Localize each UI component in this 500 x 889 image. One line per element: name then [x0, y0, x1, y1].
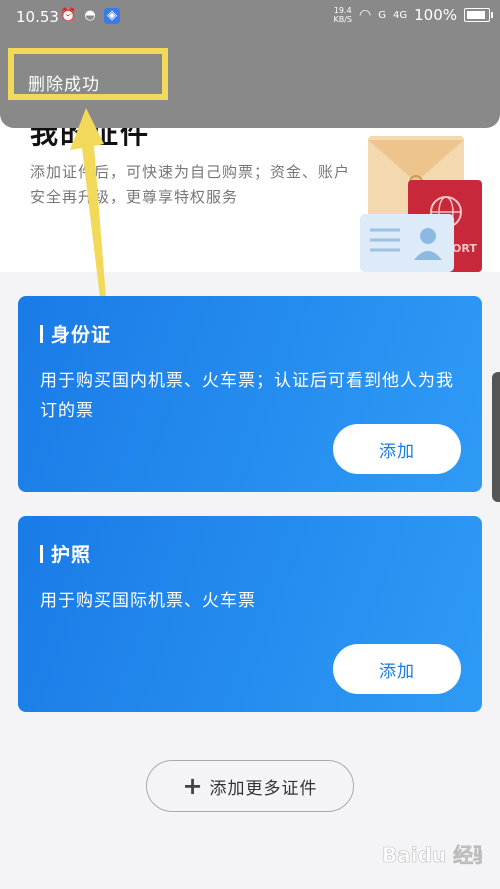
add-passport-button[interactable]: 添加: [333, 644, 461, 694]
passport-label: ORT: [452, 242, 477, 255]
passport-description: 用于购买国际机票、火车票: [40, 591, 256, 611]
id-card-panel: 身份证 用于购买国内机票、火车票；认证后可看到他人为我订的票 添加: [18, 296, 482, 492]
page: 我的证件 添加证件后，可快速为自己购票；资金、账户安全再升级，更尊享特权服务 O…: [0, 0, 500, 889]
signal-4g-icon: 4G: [392, 9, 408, 21]
speed-unit: KB/S: [333, 15, 353, 24]
speed-value: 19.4: [333, 6, 352, 15]
add-more-label: 添加更多证件: [209, 778, 318, 799]
wifi-icon: ◠: [359, 7, 372, 23]
status-time: 10.53: [16, 8, 59, 26]
status-right: 19.4 KB/S ◠ G 4G 100%: [334, 6, 493, 24]
plus-icon: +: [182, 772, 204, 800]
alarm-icon: ⏰: [60, 8, 77, 23]
title-bar: [40, 324, 43, 343]
passport-title: 护照: [51, 544, 92, 566]
add-id-card-button[interactable]: 添加: [333, 424, 461, 474]
network-speed: 19.4 KB/S: [334, 6, 353, 24]
id-card-title-row: 身份证: [40, 320, 111, 347]
passport-panel: 护照 用于购买国际机票、火车票 添加: [18, 516, 482, 712]
annotation-arrow: [70, 108, 106, 298]
shield-icon: ◈: [104, 8, 120, 24]
status-bar: 10.53 ⏰ ◓ ◈ 19.4 KB/S ◠ G 4G 100%: [0, 0, 500, 34]
annotation-highlight-box: [8, 48, 168, 100]
edge-handle[interactable]: [492, 372, 500, 502]
passport-title-row: 护照: [40, 540, 91, 567]
battery-percent: 100%: [414, 6, 457, 24]
status-notification-icons: ⏰ ◓ ◈: [60, 8, 120, 24]
title-bar: [40, 544, 43, 563]
baidu-watermark: Baidu 经验: [382, 843, 482, 868]
watermark-text: Baidu 经验: [382, 843, 482, 867]
qq-icon: ◓: [84, 8, 96, 23]
battery-icon: [464, 8, 493, 22]
documents-illustration: ORT: [360, 136, 482, 272]
id-card-title: 身份证: [51, 324, 112, 346]
add-more-documents-button[interactable]: + 添加更多证件: [146, 760, 354, 812]
signal-g-icon: G: [378, 9, 386, 21]
id-card-description: 用于购买国内机票、火车票；认证后可看到他人为我订的票: [40, 371, 454, 421]
